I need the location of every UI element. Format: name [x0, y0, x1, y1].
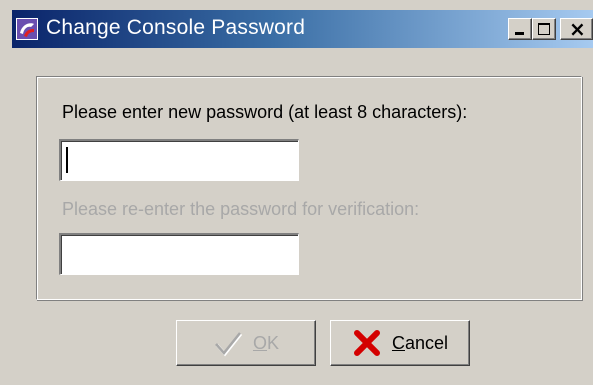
app-logo-icon: [16, 18, 38, 40]
close-icon: ×: [569, 17, 586, 41]
maximize-button[interactable]: [532, 18, 556, 40]
window-title: Change Console Password: [46, 16, 306, 39]
verify-password-field[interactable]: [59, 233, 299, 275]
cancel-label-rest: ancel: [404, 332, 449, 353]
checkmark-icon: [215, 332, 243, 357]
text-caret: [66, 147, 68, 173]
verify-password-label: Please re-enter the password for verific…: [62, 199, 420, 219]
new-password-label: Please enter new password (at least 8 ch…: [62, 102, 468, 122]
red-x-icon: [353, 330, 380, 356]
cancel-mnemonic: C: [391, 332, 405, 353]
ok-mnemonic: O: [252, 332, 267, 353]
minimize-button[interactable]: [508, 18, 532, 40]
ok-button-label: OK: [253, 333, 279, 354]
change-password-dialog: Change Console Password × Please enter n…: [0, 0, 593, 385]
cancel-button-label: Cancel: [392, 333, 448, 354]
close-button[interactable]: ×: [560, 17, 593, 41]
new-password-field[interactable]: [59, 139, 299, 181]
cancel-button[interactable]: Cancel: [330, 320, 470, 366]
ok-button[interactable]: OK: [176, 320, 316, 366]
title-bar[interactable]: Change Console Password ×: [12, 10, 593, 48]
ok-label-rest: K: [267, 332, 280, 353]
